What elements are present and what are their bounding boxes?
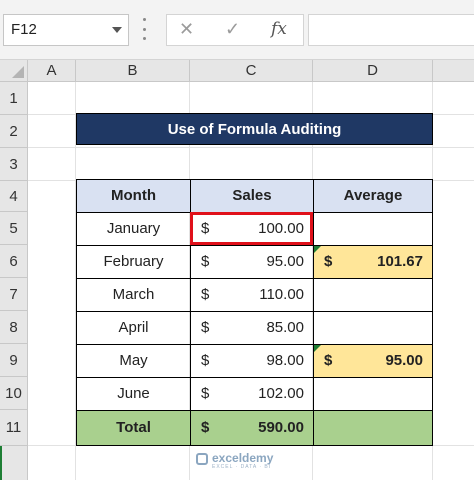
- month-cell[interactable]: February: [76, 245, 191, 279]
- column-header-d[interactable]: D: [313, 60, 433, 82]
- currency-symbol: $: [201, 253, 210, 270]
- total-sales-cell[interactable]: $ 590.00: [190, 410, 314, 446]
- audit-highlight: [190, 212, 313, 245]
- row-header-5[interactable]: 5: [0, 212, 28, 245]
- sales-value: 110.00: [259, 286, 304, 303]
- column-header-b[interactable]: B: [76, 60, 190, 82]
- watermark: exceldemy EXCEL · DATA · BI: [196, 451, 296, 473]
- sales-cell[interactable]: $ 110.00: [190, 278, 314, 312]
- select-all-button[interactable]: [0, 60, 28, 82]
- month-cell[interactable]: June: [76, 377, 191, 411]
- gridline: [28, 147, 474, 148]
- title-cell[interactable]: Use of Formula Auditing: [76, 113, 433, 145]
- error-indicator-icon[interactable]: [314, 246, 321, 253]
- average-cell[interactable]: [313, 311, 433, 345]
- average-cell[interactable]: [313, 377, 433, 411]
- header-sales[interactable]: Sales: [190, 179, 314, 213]
- watermark-name: exceldemy: [212, 451, 274, 465]
- average-cell[interactable]: $ 101.67: [313, 245, 433, 279]
- row-header-1[interactable]: 1: [0, 82, 28, 115]
- average-cell[interactable]: [313, 278, 433, 312]
- error-indicator-icon[interactable]: [314, 345, 321, 352]
- month-cell[interactable]: May: [76, 344, 191, 378]
- select-all-icon: [12, 66, 24, 78]
- row-header-2[interactable]: 2: [0, 115, 28, 148]
- exceldemy-logo-icon: [196, 453, 208, 465]
- total-label-cell[interactable]: Total: [76, 410, 191, 446]
- cancel-icon[interactable]: ✕: [179, 19, 194, 40]
- row-header-8[interactable]: 8: [0, 311, 28, 344]
- total-average-cell[interactable]: [313, 410, 433, 446]
- average-value: 95.00: [385, 352, 423, 369]
- average-cell[interactable]: $ 95.00: [313, 344, 433, 378]
- currency-symbol: $: [324, 352, 333, 369]
- name-box-value: F12: [11, 21, 37, 38]
- currency-symbol: $: [201, 319, 210, 336]
- row-header-4[interactable]: 4: [0, 181, 28, 212]
- column-header-c[interactable]: C: [190, 60, 313, 82]
- column-header-a[interactable]: A: [28, 60, 76, 82]
- average-cell[interactable]: [313, 212, 433, 246]
- month-cell[interactable]: March: [76, 278, 191, 312]
- active-row-indicator: [0, 446, 2, 480]
- name-box[interactable]: F12: [3, 14, 129, 46]
- chevron-down-icon[interactable]: [112, 27, 122, 33]
- row-header-3[interactable]: 3: [0, 148, 28, 181]
- sales-cell[interactable]: $ 102.00: [190, 377, 314, 411]
- currency-symbol: $: [201, 419, 210, 436]
- sales-value: 102.00: [258, 385, 304, 402]
- currency-symbol: $: [324, 253, 333, 270]
- header-month[interactable]: Month: [76, 179, 191, 213]
- currency-symbol: $: [201, 385, 210, 402]
- month-cell[interactable]: January: [76, 212, 191, 246]
- currency-symbol: $: [201, 352, 210, 369]
- row-header-7[interactable]: 7: [0, 278, 28, 311]
- row-header-6[interactable]: 6: [0, 245, 28, 278]
- enter-icon[interactable]: ✓: [225, 19, 240, 40]
- row-header-12[interactable]: [0, 446, 28, 480]
- currency-symbol: $: [201, 286, 210, 303]
- row-header-10[interactable]: 10: [0, 377, 28, 410]
- watermark-tagline: EXCEL · DATA · BI: [212, 464, 272, 470]
- month-cell[interactable]: April: [76, 311, 191, 345]
- sales-value: 85.00: [266, 319, 304, 336]
- row-header-11[interactable]: 11: [0, 410, 28, 446]
- formula-tools: ✕ ✓ fx: [166, 14, 304, 46]
- formula-input[interactable]: [308, 14, 474, 46]
- more-options-icon[interactable]: [142, 18, 146, 40]
- sales-value: 95.00: [266, 253, 304, 270]
- formula-bar: F12 ✕ ✓ fx: [0, 0, 474, 60]
- sales-cell[interactable]: $ 98.00: [190, 344, 314, 378]
- sales-value: 98.00: [266, 352, 304, 369]
- total-sales-value: 590.00: [258, 419, 304, 436]
- sales-cell[interactable]: $ 85.00: [190, 311, 314, 345]
- column-header-e[interactable]: [433, 60, 474, 82]
- insert-function-icon[interactable]: fx: [271, 19, 287, 39]
- average-value: 101.67: [377, 253, 423, 270]
- sales-cell[interactable]: $ 95.00: [190, 245, 314, 279]
- row-header-9[interactable]: 9: [0, 344, 28, 377]
- header-average[interactable]: Average: [313, 179, 433, 213]
